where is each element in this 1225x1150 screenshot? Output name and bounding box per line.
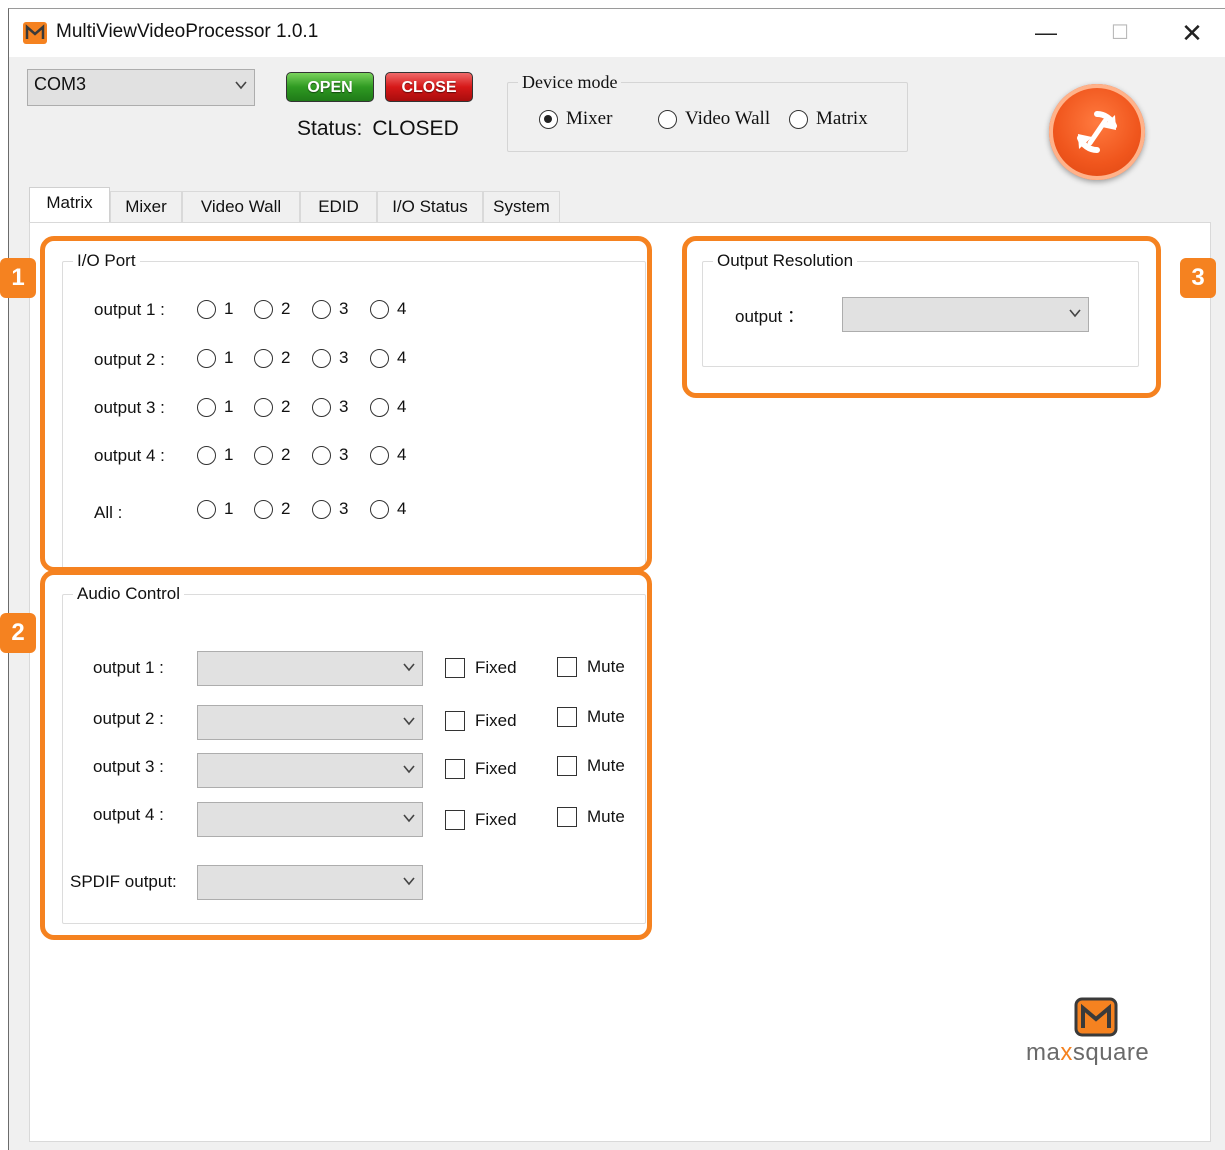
tab-edid[interactable]: EDID	[300, 191, 377, 223]
minimize-button[interactable]: —	[1021, 15, 1071, 51]
device-mode-group: Device mode Mixer Video Wall Matrix	[507, 72, 908, 152]
logo-text-x: x	[1060, 1039, 1073, 1066]
radio-circle	[789, 109, 808, 129]
logo-text-ma: ma	[1026, 1039, 1061, 1066]
tab-system[interactable]: System	[483, 191, 560, 223]
refresh-button[interactable]	[1049, 84, 1145, 180]
logo-text: maxsquare	[1026, 1039, 1149, 1067]
radio-label: Mixer	[566, 108, 613, 129]
title-bar: MultiViewVideoProcessor 1.0.1 — ☐ ✕	[9, 9, 1225, 57]
mode-matrix-radio[interactable]: Matrix	[789, 108, 868, 130]
radio-label: Video Wall	[685, 108, 771, 129]
annotation-badge-2: 2	[0, 613, 36, 653]
app-icon	[23, 22, 47, 44]
highlight-box-1	[40, 236, 652, 572]
com-port-select[interactable]: COM3	[27, 69, 255, 106]
maximize-button[interactable]: ☐	[1095, 15, 1145, 51]
close-button[interactable]: CLOSE	[385, 72, 473, 102]
radio-circle	[539, 109, 558, 129]
window-title: MultiViewVideoProcessor 1.0.1	[56, 21, 319, 42]
highlight-box-3	[682, 236, 1161, 398]
tab-io-status[interactable]: I/O Status	[377, 191, 483, 223]
tab-mixer[interactable]: Mixer	[110, 191, 182, 223]
highlight-box-2	[40, 570, 652, 940]
refresh-icon	[1077, 110, 1117, 154]
tab-video-wall[interactable]: Video Wall	[182, 191, 300, 223]
mode-video-wall-radio[interactable]: Video Wall	[658, 108, 770, 130]
com-port-value: COM3	[34, 74, 87, 94]
device-mode-legend: Device mode	[518, 72, 622, 93]
maxsquare-logo: maxsquare	[1026, 997, 1186, 1077]
tab-matrix[interactable]: Matrix	[29, 187, 110, 224]
status-value: CLOSED	[372, 117, 459, 140]
logo-text-square: square	[1072, 1039, 1150, 1066]
radio-circle	[658, 109, 677, 129]
connection-status: Status: CLOSED	[297, 117, 459, 141]
status-label: Status:	[297, 117, 363, 140]
close-window-button[interactable]: ✕	[1167, 15, 1217, 51]
open-button[interactable]: OPEN	[286, 72, 374, 102]
annotation-badge-3: 3	[1180, 258, 1216, 298]
chevron-down-icon	[235, 81, 247, 90]
annotation-badge-1: 1	[0, 258, 36, 298]
radio-label: Matrix	[816, 108, 868, 129]
maxsquare-logo-icon	[1074, 997, 1118, 1037]
mode-mixer-radio[interactable]: Mixer	[539, 108, 612, 130]
